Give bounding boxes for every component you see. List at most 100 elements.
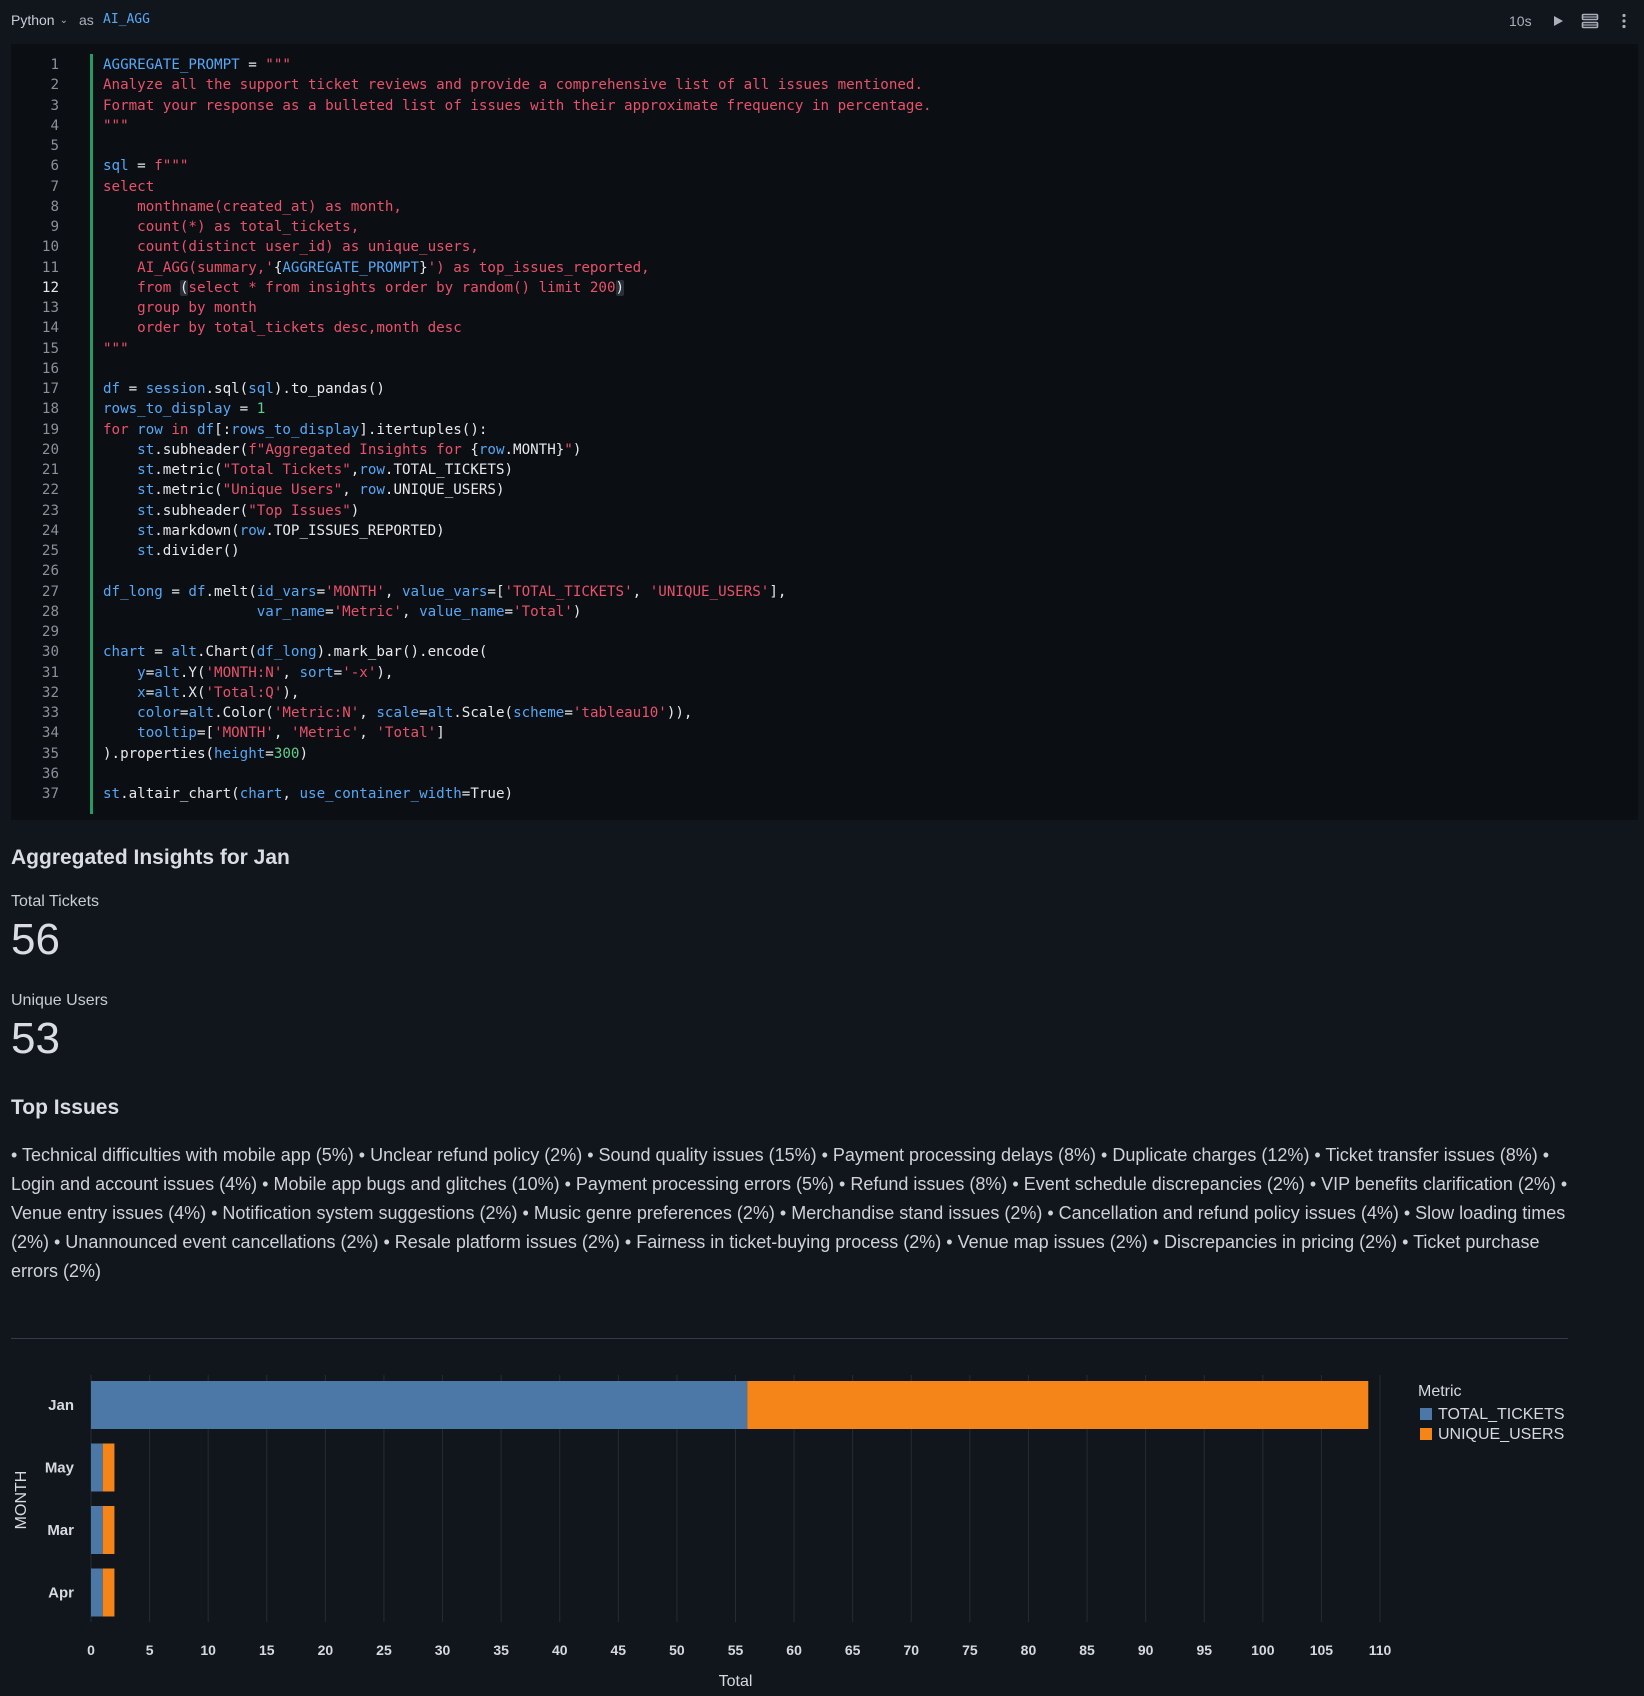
code-token: = xyxy=(128,158,155,175)
code-line[interactable]: 35).properties(height=300) xyxy=(11,744,1611,764)
code-line[interactable]: 28 var_name='Metric', value_name='Total'… xyxy=(11,602,1611,622)
bar-unique-users-may xyxy=(102,1443,115,1492)
code-line[interactable]: 22 st.metric("Unique Users", row.UNIQUE_… xyxy=(11,480,1611,500)
code-line[interactable]: 10 count(distinct user_id) as unique_use… xyxy=(11,237,1611,257)
code-token: ], xyxy=(769,583,787,600)
code-line[interactable]: 20 st.subheader(f"Aggregated Insights fo… xyxy=(11,440,1611,460)
y-axis-title: MONTH xyxy=(13,1471,30,1530)
code-line[interactable]: 26 xyxy=(11,561,1611,581)
line-number: 31 xyxy=(41,664,59,681)
code-line[interactable]: 7 select xyxy=(11,177,1611,197)
run-time: 10s xyxy=(1509,13,1532,29)
code-token: "Unique Users" xyxy=(222,482,343,499)
code-line[interactable]: 37 st.altair_chart(chart, use_container_w… xyxy=(11,784,1611,804)
code-line[interactable]: 32 x=alt.X('Total:Q'), xyxy=(11,683,1611,703)
code-text: var_name='Metric', value_name='Total') xyxy=(103,602,582,622)
code-line[interactable]: 11 AI_AGG(summary,'{AGGREGATE_PROMPT}') … xyxy=(11,258,1611,278)
code-token: f""" xyxy=(154,158,189,175)
stack-icon[interactable] xyxy=(1580,10,1600,32)
code-token: = xyxy=(316,583,326,600)
code-token: """ xyxy=(103,117,129,134)
code-token: ) xyxy=(299,745,309,762)
code-token: df xyxy=(103,381,121,397)
code-line[interactable]: 24 st.markdown(row.TOP_ISSUES_REPORTED) xyxy=(11,521,1611,541)
code-token: 'Metric' xyxy=(290,725,360,742)
code-token: ), xyxy=(282,684,300,701)
code-line[interactable]: 17 df = session.sql(sql).to_pandas() xyxy=(11,379,1611,399)
code-token: scheme xyxy=(513,705,565,721)
code-line[interactable]: 23 st.subheader("Top Issues") xyxy=(11,501,1611,521)
chevron-down-icon: ⌄ xyxy=(59,14,68,26)
code-token: 'UNIQUE_USERS' xyxy=(649,583,770,600)
code-text: count(distinct user_id) as unique_users, xyxy=(103,237,479,257)
code-line[interactable]: 31 y=alt.Y('MONTH:N', sort='-x'), xyxy=(11,663,1611,683)
legend-label: TOTAL_TICKETS xyxy=(1438,1406,1565,1423)
code-line[interactable]: 15 """ xyxy=(11,339,1611,359)
code-line[interactable]: 8 monthname(created_at) as month, xyxy=(11,197,1611,217)
code-line[interactable]: 25 st.divider() xyxy=(11,541,1611,561)
code-line[interactable]: 6 sql = f""" xyxy=(11,156,1611,176)
line-number: 34 xyxy=(41,725,59,742)
code-line[interactable]: 2 Analyze all the support ticket reviews … xyxy=(11,75,1611,95)
y-tick-label: Jan xyxy=(48,1397,74,1414)
cell-name[interactable]: AI_AGG xyxy=(103,12,150,27)
line-number: 30 xyxy=(41,644,59,661)
line-number: 15 xyxy=(41,340,59,357)
code-line[interactable]: 4 """ xyxy=(11,116,1611,136)
code-token: st xyxy=(137,441,155,458)
more-vertical-icon[interactable] xyxy=(1614,10,1634,32)
x-tick-label: 110 xyxy=(1369,1642,1392,1658)
code-token: AGGREGATE_PROMPT xyxy=(282,259,420,276)
code-line[interactable]: 16 xyxy=(11,359,1611,379)
code-text: Analyze all the support ticket reviews a… xyxy=(103,75,923,95)
code-text: chart = alt.Chart(df_long).mark_bar().en… xyxy=(103,642,487,662)
code-token: ') as top_issues_reported, xyxy=(427,259,650,276)
line-number: 6 xyxy=(50,158,59,175)
divider xyxy=(11,1338,1568,1339)
x-tick-label: 95 xyxy=(1196,1642,1212,1658)
bar-chart[interactable]: Jan May Mar Apr 0 5 10 15 20 25 30 35 40 45 50 55 60 65 70… xyxy=(0,1360,1644,1696)
code-line[interactable]: 14 order by total_tickets desc,month des… xyxy=(11,318,1611,338)
legend-swatch-unique-users xyxy=(1420,1428,1432,1440)
code-token: select * from insights order by random()… xyxy=(188,279,616,296)
code-token: row xyxy=(239,522,266,539)
language-selector[interactable]: Python ⌄ xyxy=(11,12,68,28)
metric-label-unique-users: Unique Users xyxy=(11,992,108,1009)
as-label: as xyxy=(79,12,94,28)
bar-total-tickets-may xyxy=(91,1443,103,1492)
code-line[interactable]: 12 from (select * from insights order by… xyxy=(11,278,1611,298)
x-tick-label: 0 xyxy=(87,1642,95,1658)
line-number: 28 xyxy=(41,603,59,620)
line-number: 22 xyxy=(41,482,59,499)
code-line[interactable]: 27 df_long = df.melt(id_vars='MONTH', val… xyxy=(11,582,1611,602)
code-line[interactable]: 36 xyxy=(11,764,1611,784)
code-line[interactable]: 5 xyxy=(11,136,1611,156)
code-line[interactable]: 34 tooltip=['MONTH', 'Metric', 'Total'] xyxy=(11,723,1611,743)
code-token: = xyxy=(564,705,573,721)
code-line[interactable]: 3 Format your response as a bulleted list… xyxy=(11,96,1611,116)
code-line[interactable]: 18 rows_to_display = 1 xyxy=(11,399,1611,419)
line-number: 17 xyxy=(41,381,59,397)
code-line[interactable]: 19 for row in df[:rows_to_display].itertu… xyxy=(11,420,1611,440)
code-token: .divider() xyxy=(154,543,240,559)
code-line[interactable]: 30 chart = alt.Chart(df_long).mark_bar().… xyxy=(11,642,1611,662)
code-token: = xyxy=(239,57,266,73)
x-tick-label: 15 xyxy=(259,1642,275,1658)
play-icon[interactable] xyxy=(1548,10,1568,32)
output-subheader: Aggregated Insights for Jan xyxy=(11,846,290,869)
code-token: in xyxy=(171,421,189,438)
code-line[interactable]: 29 xyxy=(11,622,1611,642)
code-line[interactable]: 1 AGGREGATE_PROMPT = """ xyxy=(11,55,1611,75)
code-line[interactable]: 21 st.metric("Total Tickets",row.TOTAL_T… xyxy=(11,460,1611,480)
code-token: ].itertuples(): xyxy=(359,421,488,438)
code-line[interactable]: 33 color=alt.Color('Metric:N', scale=alt… xyxy=(11,703,1611,723)
code-line[interactable]: 9 count(*) as total_tickets, xyxy=(11,217,1611,237)
line-number: 1 xyxy=(50,57,59,73)
code-token: ) xyxy=(615,279,625,296)
code-line[interactable]: 13 group by month xyxy=(11,298,1611,318)
code-text: """ xyxy=(103,339,129,359)
code-editor[interactable]: 1 AGGREGATE_PROMPT = """ 2 Analyze all the … xyxy=(11,44,1638,820)
